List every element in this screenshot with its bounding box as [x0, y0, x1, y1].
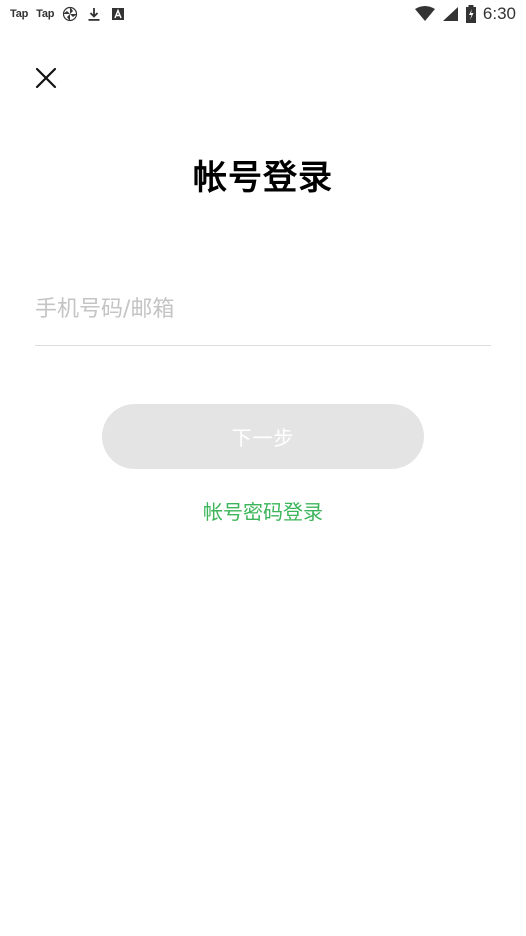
- a-box-icon: [110, 6, 126, 22]
- pinwheel-icon: [62, 6, 78, 22]
- battery-icon: [465, 5, 477, 23]
- taptap-notification-label: Tap: [36, 8, 55, 20]
- close-icon: [35, 67, 57, 89]
- status-time: 6:30: [482, 4, 516, 23]
- status-bar-left: Tap Tap: [10, 6, 126, 22]
- close-button[interactable]: [30, 62, 62, 94]
- cell-signal-icon: [441, 6, 459, 22]
- login-screen: Tap Tap 6:30 帐号登录 手机号码/邮箱 下一步 帐号密码登录: [0, 0, 526, 936]
- password-login-link[interactable]: 帐号密码登录: [0, 496, 526, 525]
- phone-email-field: [35, 283, 491, 346]
- wifi-icon: [414, 6, 435, 22]
- page-title: 帐号登录: [193, 158, 333, 198]
- phone-email-input[interactable]: [35, 283, 491, 335]
- status-bar: Tap Tap 6:30: [0, 0, 526, 28]
- next-step-button[interactable]: 下一步: [102, 404, 424, 469]
- taptap-notification-label: Tap: [10, 8, 29, 20]
- status-bar-right: 6:30: [414, 4, 516, 24]
- download-icon: [86, 6, 102, 22]
